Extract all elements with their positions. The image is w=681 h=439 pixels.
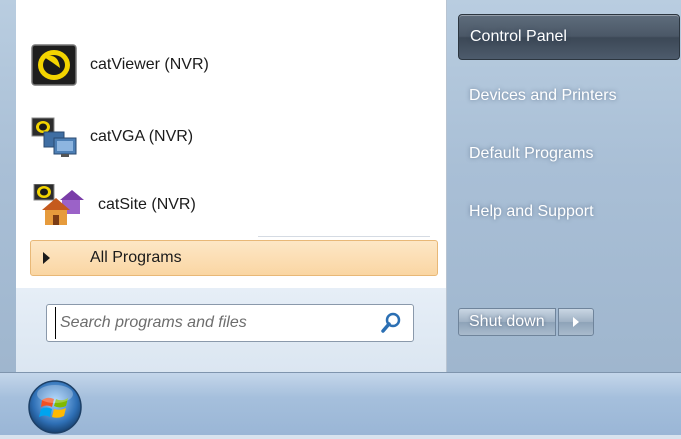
devices-printers-item[interactable]: Devices and Printers [458, 73, 680, 119]
all-programs-button[interactable]: All Programs [30, 240, 438, 276]
shutdown-group: Shut down [458, 308, 594, 336]
all-programs-label: All Programs [90, 249, 182, 266]
divider [258, 236, 430, 237]
cat-viewer-icon [30, 44, 78, 86]
program-item-catvga[interactable]: catVGA (NVR) [30, 114, 193, 160]
taskbar [0, 373, 681, 435]
shutdown-label: Shut down [469, 313, 545, 330]
right-arrow-icon [43, 252, 50, 264]
search-box[interactable] [46, 304, 414, 342]
shutdown-options-button[interactable] [557, 308, 594, 336]
devices-printers-label: Devices and Printers [469, 87, 617, 104]
search-input[interactable] [55, 307, 377, 339]
default-programs-label: Default Programs [469, 145, 594, 162]
windows-orb-icon [24, 380, 86, 438]
cat-vga-icon [30, 116, 78, 158]
magnifier-icon[interactable] [377, 308, 407, 338]
help-support-label: Help and Support [469, 203, 594, 220]
cat-site-icon [30, 183, 84, 226]
default-programs-item[interactable]: Default Programs [458, 131, 680, 177]
program-item-catsite[interactable]: catSite (NVR) [30, 182, 196, 228]
control-panel-item[interactable]: Control Panel [458, 14, 680, 60]
control-panel-label: Control Panel [470, 28, 567, 45]
program-label: catSite (NVR) [98, 196, 196, 213]
shutdown-button[interactable]: Shut down [458, 308, 556, 336]
program-label: catViewer (NVR) [90, 56, 209, 73]
start-button[interactable] [24, 378, 86, 434]
help-support-item[interactable]: Help and Support [458, 189, 680, 235]
program-label: catVGA (NVR) [90, 128, 194, 145]
arrow-right-icon [572, 317, 579, 327]
program-item-catviewer[interactable]: catViewer (NVR) [30, 42, 209, 88]
